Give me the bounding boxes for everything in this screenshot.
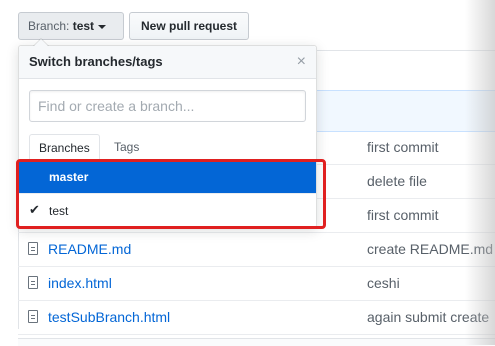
commit-message-link[interactable]: delete file: [367, 173, 427, 189]
table-row: README.md create README.md: [18, 233, 495, 267]
branch-select-button[interactable]: Branch: test: [18, 12, 124, 40]
edge-shadow: [465, 0, 495, 345]
file-icon: [28, 276, 38, 289]
tab-tags[interactable]: Tags: [105, 134, 148, 161]
file-name-link[interactable]: README.md: [48, 241, 131, 257]
close-icon[interactable]: ×: [297, 46, 306, 78]
dropdown-title: Switch branches/tags: [29, 54, 163, 69]
file-name-link[interactable]: index.html: [48, 275, 112, 291]
tab-branches[interactable]: Branches: [29, 134, 100, 161]
table-row: testSubBranch.html again submit create: [18, 301, 495, 335]
dropdown-header: Switch branches/tags ×: [19, 46, 316, 79]
branch-filter-input[interactable]: [29, 90, 306, 122]
file-icon: [28, 242, 38, 255]
branch-filter: [29, 90, 306, 122]
file-name-link[interactable]: testSubBranch.html: [48, 309, 170, 325]
commit-message-link[interactable]: ceshi: [367, 275, 400, 291]
table-row: index.html ceshi: [18, 267, 495, 301]
current-branch-name: test: [72, 19, 95, 33]
dropdown-pointer-inner: [34, 39, 48, 46]
commit-message-link[interactable]: first commit: [367, 139, 439, 155]
highlight-annotation-box: [16, 159, 326, 229]
file-icon: [28, 310, 38, 323]
dropdown-tabs: Branches Tags: [19, 134, 316, 161]
branch-prefix: Branch:: [28, 19, 70, 33]
new-pull-request-button[interactable]: New pull request: [129, 12, 249, 40]
commit-message-link[interactable]: first commit: [367, 207, 439, 223]
caret-down-icon: [98, 25, 107, 29]
